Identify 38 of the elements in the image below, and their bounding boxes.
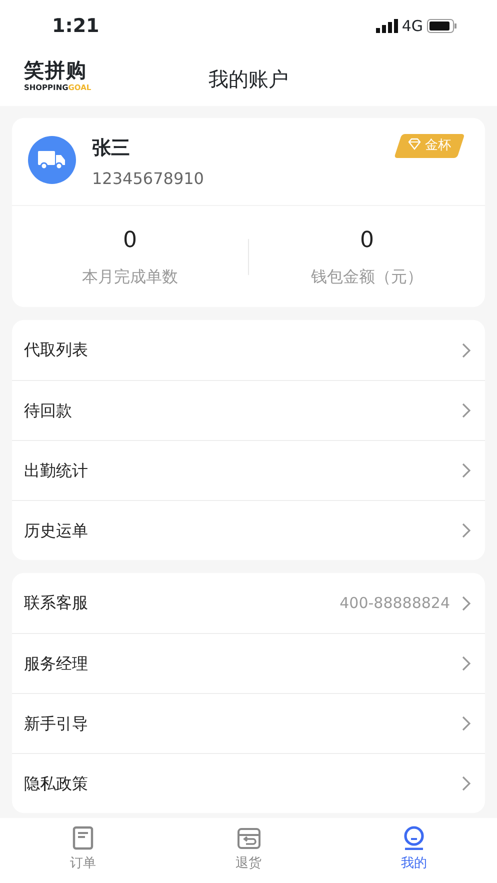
stat-label: 钱包金额（元） bbox=[310, 266, 424, 288]
stat-label: 本月完成单数 bbox=[81, 266, 179, 288]
user-name: 张三 bbox=[92, 136, 131, 161]
network-label: 4G bbox=[402, 16, 423, 37]
clock-time: 1:21 bbox=[52, 14, 100, 39]
chevron-right-icon bbox=[462, 342, 471, 358]
truck-icon bbox=[38, 150, 66, 170]
chevron-right-icon bbox=[462, 596, 471, 610]
logo-wordmark: 笑拼购 bbox=[24, 60, 88, 80]
menu-item[interactable]: 联系客服 400-88888824 bbox=[12, 573, 485, 633]
signal-icon bbox=[376, 19, 398, 33]
menu-item[interactable]: 隐私政策 bbox=[12, 753, 485, 813]
chevron-right-icon bbox=[462, 776, 471, 791]
chevron-right-icon bbox=[462, 463, 471, 478]
menu-item[interactable]: 新手引导 bbox=[12, 693, 485, 753]
page-title: 我的账户 bbox=[208, 66, 288, 93]
user-phone: 12345678910 bbox=[92, 168, 205, 190]
tab-item[interactable]: 退货 bbox=[166, 818, 332, 883]
menu-item[interactable]: 出勤统计 bbox=[12, 440, 485, 500]
menu-item[interactable]: 代取列表 bbox=[12, 320, 485, 380]
return-box-icon bbox=[236, 826, 260, 850]
tab-item[interactable]: 订单 bbox=[0, 818, 166, 883]
battery-icon bbox=[427, 19, 457, 33]
menu-item[interactable]: 待回款 bbox=[12, 380, 485, 440]
level-badge: 金杯 bbox=[394, 134, 465, 158]
menu-value: 400-88888824 bbox=[340, 592, 450, 614]
menu-item[interactable]: 服务经理 bbox=[12, 633, 485, 693]
chevron-right-icon bbox=[462, 403, 471, 418]
chevron-right-icon bbox=[462, 656, 471, 671]
user-icon bbox=[403, 826, 426, 850]
stat-value: 0 bbox=[122, 227, 138, 255]
chevron-right-icon bbox=[462, 716, 471, 731]
tab-item[interactable]: 我的 bbox=[331, 818, 497, 883]
chevron-right-icon bbox=[462, 523, 471, 538]
diamond-icon bbox=[408, 138, 421, 150]
stat-value: 0 bbox=[359, 227, 375, 255]
document-icon bbox=[72, 826, 94, 850]
menu-item[interactable]: 历史运单 bbox=[12, 500, 485, 560]
